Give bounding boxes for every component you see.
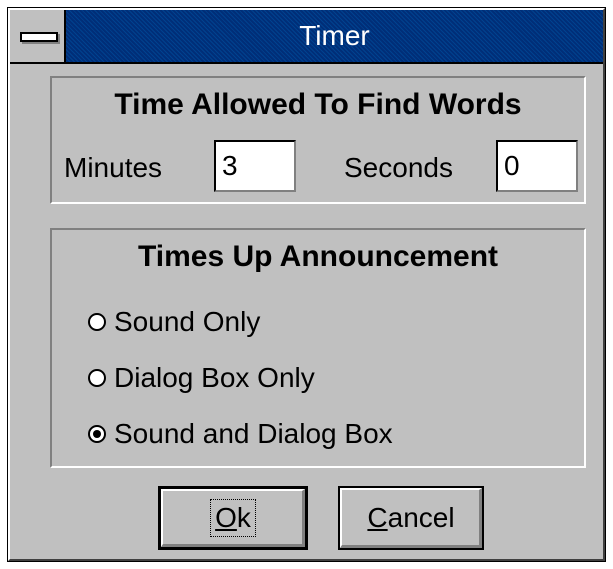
window-title: Timer	[299, 20, 370, 51]
ok-button-label: Ok	[210, 499, 256, 537]
radio-sound-only[interactable]: Sound Only	[88, 302, 260, 342]
minutes-label: Minutes	[64, 152, 163, 183]
system-menu-icon	[20, 32, 58, 42]
announcement-heading: Times Up Announcement	[137, 240, 499, 273]
announcement-group: Times Up Announcement Sound Only Dialog …	[50, 228, 586, 468]
radio-sound-and-dialog-box[interactable]: Sound and Dialog Box	[88, 414, 393, 454]
radio-button-icon	[88, 313, 106, 331]
ok-button[interactable]: Ok	[158, 486, 308, 550]
time-allowed-heading: Time Allowed To Find Words	[114, 88, 522, 121]
cancel-button-label: Cancel	[367, 502, 455, 533]
timer-dialog: Timer Time Allowed To Find Words Minutes…	[7, 7, 606, 562]
radio-button-icon	[88, 369, 106, 387]
minutes-input[interactable]: 3	[214, 140, 296, 192]
seconds-label: Seconds	[344, 152, 453, 183]
seconds-input[interactable]: 0	[496, 140, 578, 192]
cancel-button[interactable]: Cancel	[338, 486, 484, 550]
radio-label: Dialog Box Only	[114, 362, 315, 393]
radio-label: Sound Only	[114, 306, 261, 337]
radio-dialog-box-only[interactable]: Dialog Box Only	[88, 358, 315, 398]
radio-button-selected-icon	[88, 425, 106, 443]
system-menu-button[interactable]	[10, 10, 66, 62]
title-bar[interactable]: Timer	[10, 10, 603, 64]
radio-label: Sound and Dialog Box	[114, 418, 393, 449]
time-allowed-group: Time Allowed To Find Words Minutes 3 Sec…	[50, 76, 586, 204]
